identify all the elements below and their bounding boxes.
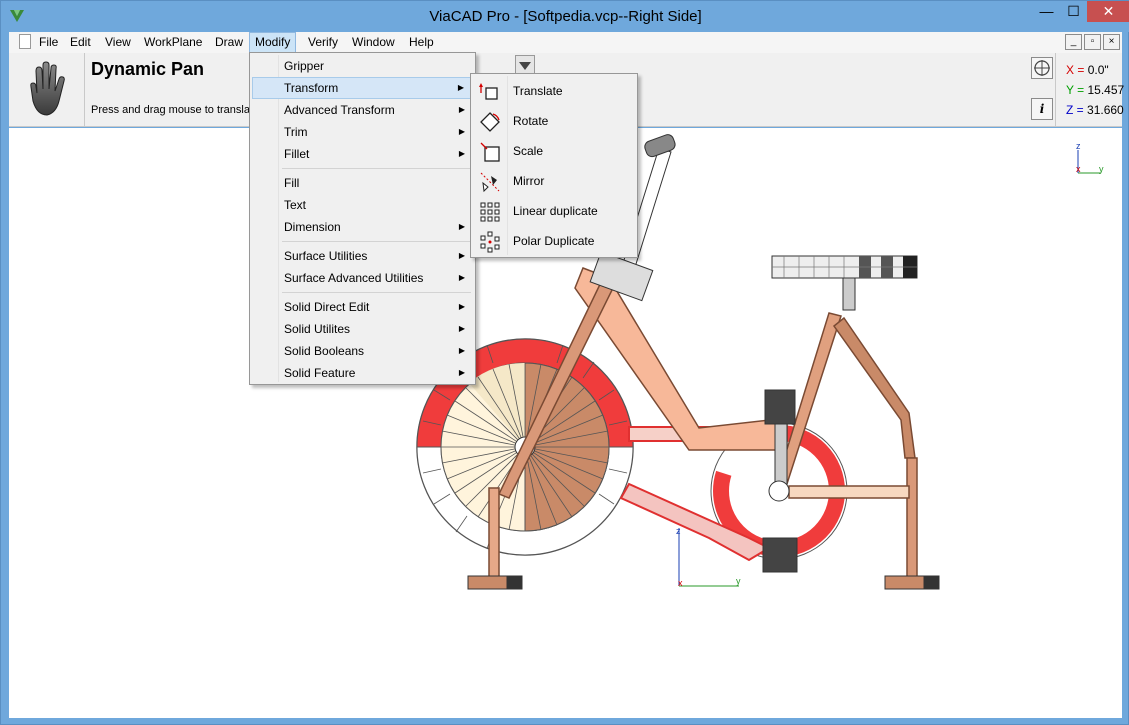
title-bar[interactable]: ViaCAD Pro - [Softpedia.vcp--Right Side]… <box>1 1 1129 32</box>
minimize-button[interactable]: — <box>1033 1 1060 22</box>
submenu-arrow-icon: ▶ <box>458 222 465 231</box>
menu-modify[interactable]: Modify <box>249 32 297 53</box>
linear-duplicate-icon <box>480 202 500 222</box>
menu-verify[interactable]: Verify <box>303 32 343 53</box>
menu-item-linear-duplicate[interactable]: Linear duplicate <box>473 196 635 226</box>
menu-item-solid-direct-edit[interactable]: Solid Direct Edit ▶ <box>252 296 473 318</box>
menu-item-solid-booleans[interactable]: Solid Booleans ▶ <box>252 340 473 362</box>
mdi-minimize-button[interactable]: _ <box>1065 34 1082 50</box>
origin-x-label: x <box>678 578 683 588</box>
menu-item-mirror[interactable]: Mirror <box>473 166 635 196</box>
submenu-arrow-icon: ▶ <box>458 346 465 355</box>
menu-view[interactable]: View <box>100 32 136 53</box>
origin-y-label: y <box>736 576 741 586</box>
app-window: ViaCAD Pro - [Softpedia.vcp--Right Side]… <box>0 0 1129 725</box>
menu-separator <box>282 241 471 242</box>
hand-pan-icon <box>30 61 65 116</box>
menu-item-fillet[interactable]: Fillet ▶ <box>252 143 473 165</box>
submenu-arrow-icon: ▶ <box>458 273 465 282</box>
z-coordinate: Z = 31.660 <box>1066 103 1124 117</box>
snap-target-button[interactable] <box>1031 57 1053 79</box>
window-title: ViaCAD Pro - [Softpedia.vcp--Right Side] <box>429 8 702 25</box>
menu-bar: File Edit View WorkPlane Draw Modify Ver… <box>9 32 1122 53</box>
submenu-arrow-icon: ▶ <box>458 127 465 136</box>
menu-item-surface-advanced-utilities[interactable]: Surface Advanced Utilities ▶ <box>252 267 473 289</box>
maximize-button[interactable]: ☐ <box>1060 1 1087 22</box>
submenu-arrow-icon: ▶ <box>458 251 465 260</box>
triad-y-label: y <box>1099 164 1104 174</box>
menu-item-surface-utilities[interactable]: Surface Utilities ▶ <box>252 245 473 267</box>
rotate-icon <box>480 112 500 132</box>
coordinate-readout: X = 0.0" Y = 15.457 Z = 31.660 <box>1055 53 1125 127</box>
menu-draw[interactable]: Draw <box>210 32 248 53</box>
origin-z-label: z <box>676 526 681 536</box>
menu-item-transform[interactable]: Transform ▶ <box>252 77 473 99</box>
tool-icon-box <box>9 53 85 127</box>
menu-item-scale[interactable]: Scale <box>473 136 635 166</box>
crosshair-icon <box>1034 60 1050 76</box>
menu-edit[interactable]: Edit <box>65 32 96 53</box>
menu-item-rotate[interactable]: Rotate <box>473 106 635 136</box>
menu-item-trim[interactable]: Trim ▶ <box>252 121 473 143</box>
menu-item-fill[interactable]: Fill <box>252 172 473 194</box>
y-coordinate: Y = 15.457 <box>1066 83 1125 97</box>
submenu-arrow-icon: ▶ <box>458 302 465 311</box>
submenu-arrow-icon: ▶ <box>458 105 465 114</box>
modify-menu: Gripper Transform ▶ Advanced Transform ▶ T… <box>249 52 476 385</box>
menu-separator <box>282 292 471 293</box>
tool-title: Dynamic Pan <box>91 59 205 79</box>
stand-feet <box>467 575 940 590</box>
menu-item-translate[interactable]: Translate <box>473 76 635 106</box>
scale-icon <box>480 142 500 162</box>
tool-hint: Press and drag mouse to translate <box>91 104 260 116</box>
close-button[interactable]: ✕ <box>1087 1 1129 22</box>
mdi-close-button[interactable]: × <box>1103 34 1120 50</box>
menu-item-text[interactable]: Text <box>252 194 473 216</box>
info-button[interactable]: i <box>1031 98 1053 120</box>
menu-item-gripper[interactable]: Gripper <box>252 55 473 77</box>
bike-seat <box>771 255 918 311</box>
menu-workplane[interactable]: WorkPlane <box>139 32 207 53</box>
menu-item-solid-utilites[interactable]: Solid Utilites ▶ <box>252 318 473 340</box>
menu-item-polar-duplicate[interactable]: Polar Duplicate <box>473 226 635 256</box>
menu-file[interactable]: File <box>34 32 63 53</box>
view-triad: z y x <box>1076 141 1104 174</box>
menu-item-advanced-transform[interactable]: Advanced Transform ▶ <box>252 99 473 121</box>
submenu-arrow-icon: ▶ <box>458 149 465 158</box>
transform-submenu: Translate Rotate Scale Mirror Linear dup… <box>470 73 638 258</box>
mirror-icon <box>480 172 500 193</box>
mdi-restore-button[interactable]: ▫ <box>1084 34 1101 50</box>
menu-window[interactable]: Window <box>347 32 400 53</box>
menu-item-dimension[interactable]: Dimension ▶ <box>252 216 473 238</box>
menu-help[interactable]: Help <box>404 32 439 53</box>
menu-separator <box>282 168 471 169</box>
menu-item-solid-feature[interactable]: Solid Feature ▶ <box>252 362 473 384</box>
submenu-arrow-icon: ▶ <box>457 83 464 92</box>
translate-icon <box>479 83 498 100</box>
submenu-arrow-icon: ▶ <box>458 324 465 333</box>
submenu-arrow-icon: ▶ <box>458 368 465 377</box>
x-coordinate: X = 0.0" <box>1066 63 1109 77</box>
triad-z-label: z <box>1076 141 1081 151</box>
triad-x-label: x <box>1076 164 1081 174</box>
polar-duplicate-icon <box>480 231 500 253</box>
document-icon[interactable] <box>19 34 31 49</box>
